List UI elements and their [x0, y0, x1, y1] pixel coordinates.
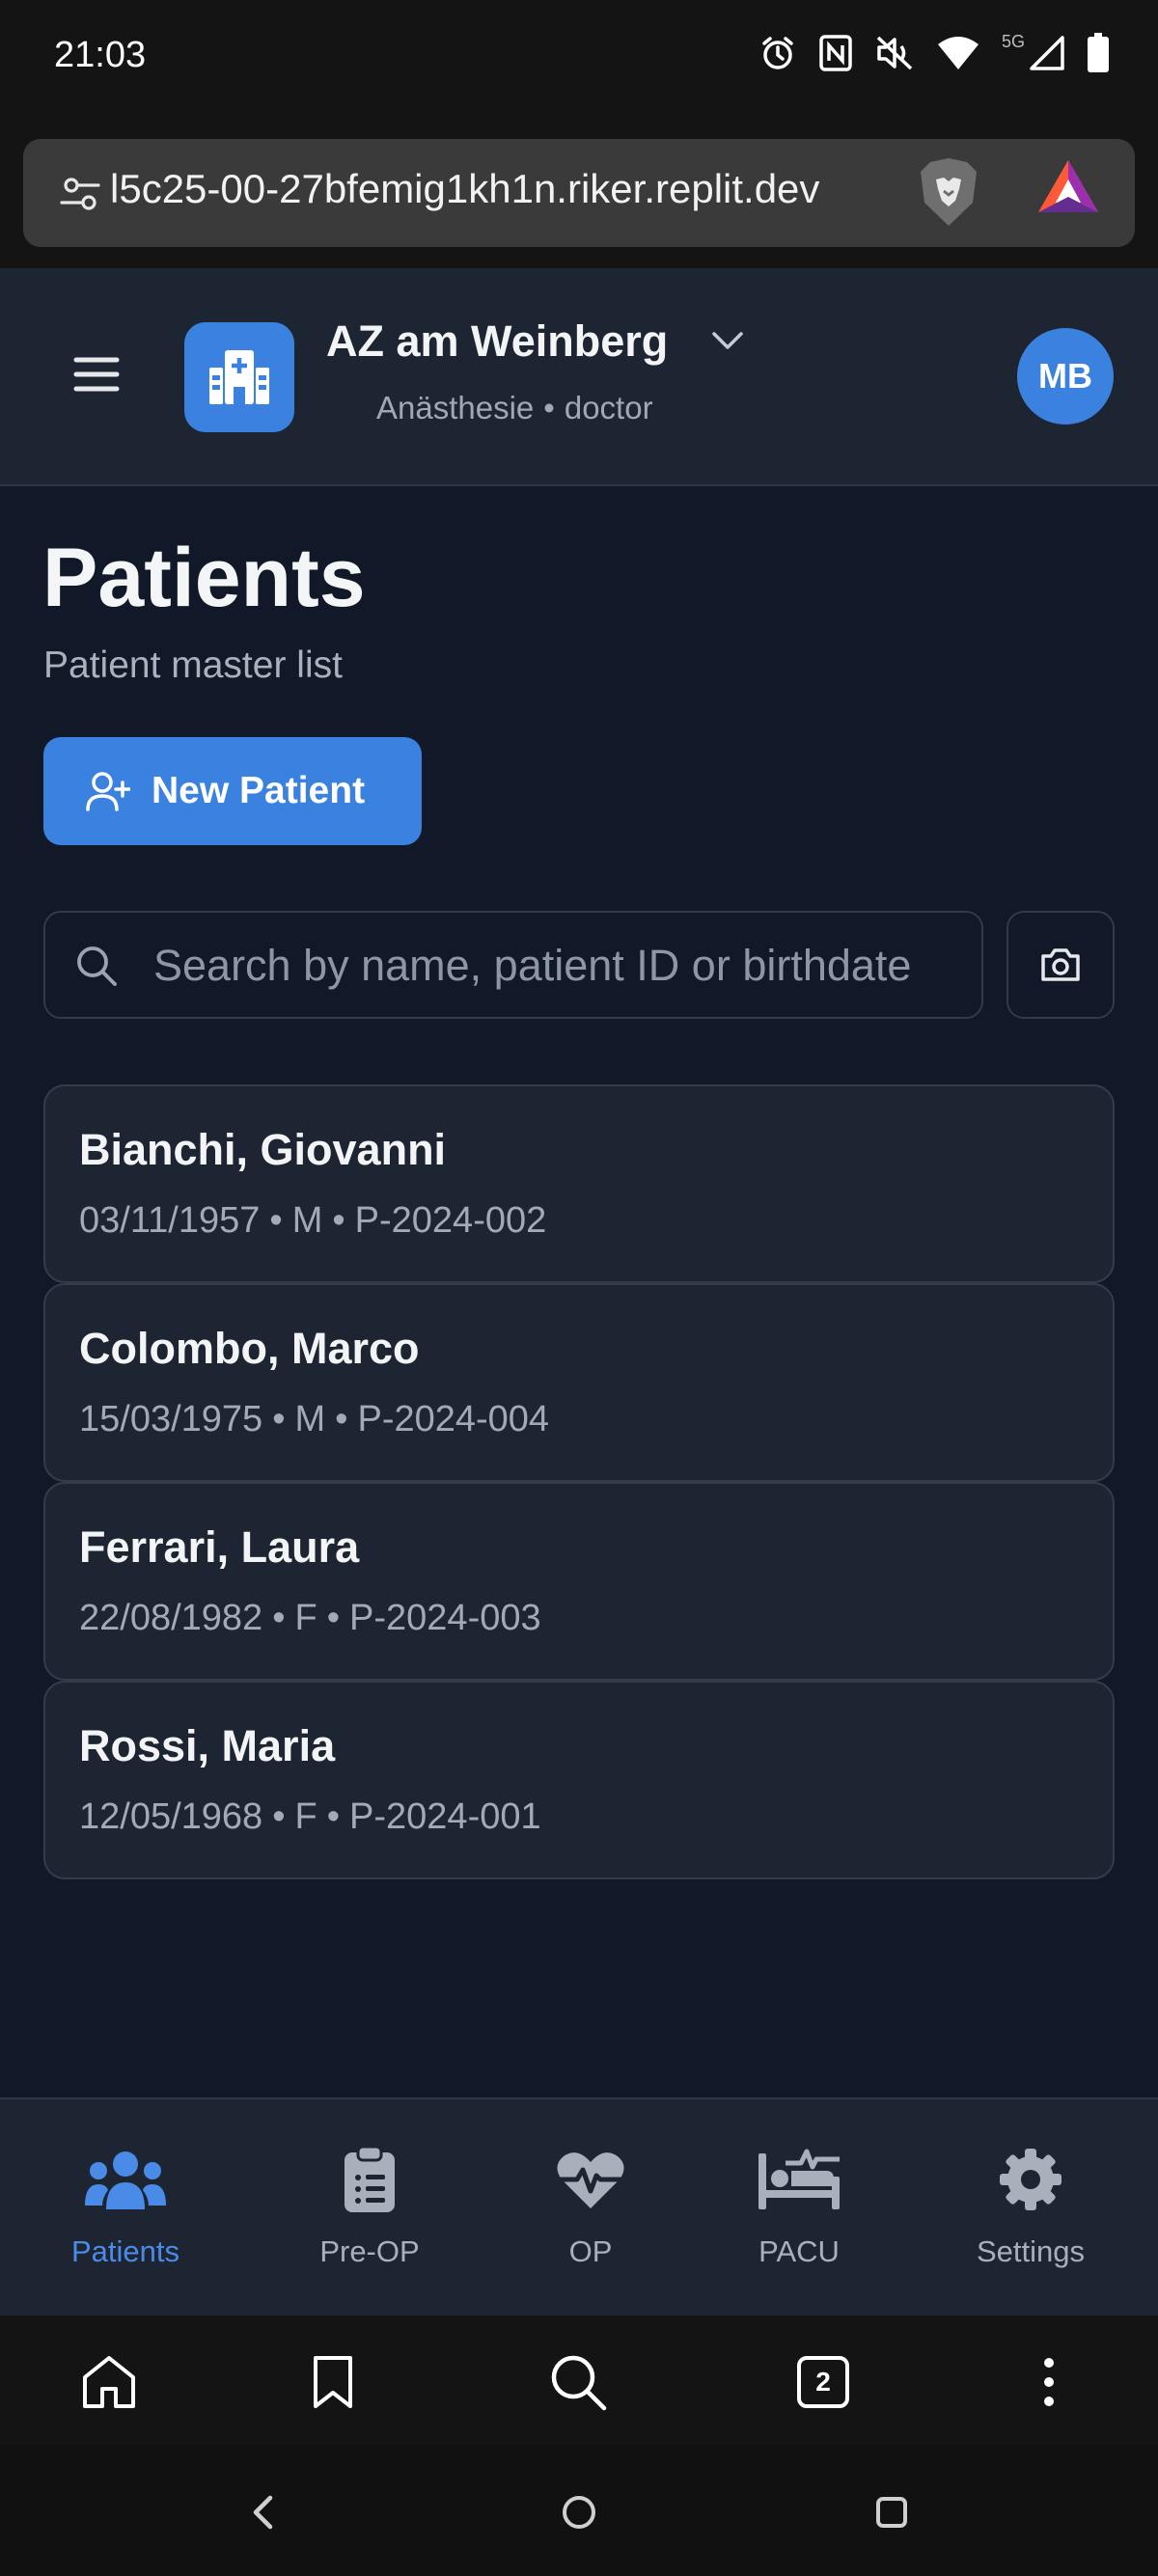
patient-sex: F — [294, 1796, 317, 1837]
gear-icon — [998, 2140, 1063, 2219]
back-icon — [253, 2495, 273, 2530]
browser-bottom-bar: 2 — [0, 2316, 1158, 2445]
organization-context: Anästhesie • doctor — [376, 390, 653, 425]
circle-home-icon — [563, 2496, 595, 2529]
brave-shields-icon[interactable] — [917, 156, 980, 233]
nav-item-op[interactable]: OP — [504, 2099, 677, 2317]
patient-id: P-2024-003 — [349, 1598, 541, 1638]
more-vertical-icon — [1044, 2358, 1054, 2406]
more-menu-button[interactable] — [1015, 2348, 1083, 2416]
nav-label: PACU — [758, 2234, 840, 2268]
heartbeat-icon — [556, 2140, 625, 2219]
patient-meta: 12/05/1968 • F • P-2024-001 — [79, 1796, 541, 1837]
patient-id: P-2024-002 — [354, 1200, 547, 1241]
new-patient-button[interactable]: New Patient — [43, 737, 422, 845]
organization-name[interactable]: AZ am Weinberg — [326, 316, 668, 367]
patient-card[interactable]: Rossi, Maria 12/05/1968 • F • P-2024-001 — [43, 1681, 1115, 1879]
page-title: Patients — [42, 532, 366, 624]
url-text[interactable]: l5c25-00-27bfemig1kh1n.riker.replit.dev — [110, 166, 921, 212]
nav-label: Settings — [976, 2234, 1085, 2268]
new-patient-label: New Patient — [152, 770, 366, 811]
status-time: 21:03 — [54, 35, 147, 75]
nav-item-patients[interactable]: Patients — [39, 2099, 212, 2317]
system-navigation-bar — [0, 2445, 1158, 2576]
users-icon — [83, 2140, 168, 2219]
search-input[interactable] — [153, 932, 954, 1000]
bed-pulse-icon — [757, 2140, 841, 2219]
scan-camera-button[interactable] — [1006, 911, 1115, 1019]
patient-name: Rossi, Maria — [79, 1721, 336, 1770]
patient-birthdate: 15/03/1975 — [79, 1399, 263, 1439]
signal-icon — [1029, 35, 1065, 71]
rewards-icon[interactable] — [1036, 158, 1100, 221]
patient-sex: M — [291, 1200, 323, 1241]
camera-icon — [1041, 948, 1080, 981]
patient-card[interactable]: Ferrari, Laura 22/08/1982 • F • P-2024-003 — [43, 1482, 1115, 1681]
tab-count-icon: 2 — [797, 2356, 849, 2408]
nav-label: OP — [568, 2234, 613, 2268]
patient-name: Colombo, Marco — [79, 1324, 420, 1373]
system-home-button[interactable] — [550, 2483, 608, 2541]
search-box[interactable] — [43, 911, 983, 1019]
role-label: doctor — [564, 390, 653, 425]
chevron-down-icon[interactable] — [710, 330, 745, 358]
patient-card[interactable]: Colombo, Marco 15/03/1975 • M • P-2024-004 — [43, 1283, 1115, 1482]
nfc-icon — [818, 34, 853, 72]
status-icons: 5G — [758, 31, 1110, 73]
app-header: AZ am Weinberg Anästhesie • doctor MB — [0, 268, 1158, 486]
patient-birthdate: 03/11/1957 — [79, 1200, 261, 1241]
nav-item-pre-op[interactable]: Pre-OP — [283, 2099, 456, 2317]
menu-button[interactable] — [58, 336, 135, 413]
patient-name: Ferrari, Laura — [79, 1522, 360, 1572]
hamburger-icon — [73, 357, 120, 392]
browser-toolbar: l5c25-00-27bfemig1kh1n.riker.replit.dev — [0, 116, 1158, 268]
patient-meta: 15/03/1975 • M • P-2024-004 — [79, 1399, 550, 1439]
page-subtitle: Patient master list — [43, 644, 343, 686]
hospital-icon — [209, 350, 269, 404]
patient-list: Bianchi, Giovanni 03/11/1957 • M • P-2024-00… — [43, 1084, 1115, 1879]
clipboard-icon — [343, 2140, 397, 2219]
url-bar[interactable]: l5c25-00-27bfemig1kh1n.riker.replit.dev — [23, 139, 1135, 247]
patient-birthdate: 12/05/1968 — [79, 1796, 263, 1837]
site-settings-icon[interactable] — [60, 174, 100, 219]
nav-item-settings[interactable]: Settings — [944, 2099, 1117, 2317]
patient-id: P-2024-001 — [349, 1796, 541, 1837]
status-bar: 21:03 5G — [0, 0, 1158, 116]
search-icon — [74, 944, 119, 993]
home-button[interactable] — [75, 2348, 143, 2416]
patient-meta: 22/08/1982 • F • P-2024-003 — [79, 1598, 541, 1638]
bookmark-icon — [314, 2356, 352, 2408]
patient-id: P-2024-004 — [357, 1399, 550, 1439]
recents-icon — [876, 2497, 907, 2528]
main-content: Patients Patient master list New Patient… — [0, 486, 1158, 2097]
department-label: Anästhesie — [376, 390, 535, 425]
bookmarks-button[interactable] — [299, 2348, 367, 2416]
mute-icon — [874, 34, 915, 72]
system-recents-button[interactable] — [863, 2483, 921, 2541]
home-icon — [83, 2356, 135, 2408]
patient-birthdate: 22/08/1982 — [79, 1598, 263, 1638]
user-plus-icon — [86, 772, 130, 811]
patient-meta: 03/11/1957 • M • P-2024-002 — [79, 1200, 547, 1241]
battery-icon — [1087, 33, 1110, 73]
search-icon — [551, 2355, 607, 2411]
patient-sex: M — [294, 1399, 326, 1439]
network-type-label: 5G — [1001, 31, 1025, 51]
nav-label: Patients — [70, 2234, 179, 2268]
patient-sex: F — [294, 1598, 317, 1638]
patient-card[interactable]: Bianchi, Giovanni 03/11/1957 • M • P-2024-00… — [43, 1084, 1115, 1283]
wifi-icon — [936, 35, 980, 71]
nav-label: Pre-OP — [319, 2234, 420, 2268]
system-back-button[interactable] — [234, 2483, 291, 2541]
alarm-icon — [758, 34, 797, 72]
patient-name: Bianchi, Giovanni — [79, 1125, 447, 1174]
bottom-navigation: Patients Pre-OP OP PACU Settings — [0, 2097, 1158, 2316]
user-avatar[interactable]: MB — [1017, 328, 1114, 425]
search-button[interactable] — [544, 2348, 612, 2416]
tabs-button[interactable]: 2 — [789, 2348, 857, 2416]
hospital-logo — [184, 322, 294, 432]
nav-item-pacu[interactable]: PACU — [712, 2099, 886, 2317]
